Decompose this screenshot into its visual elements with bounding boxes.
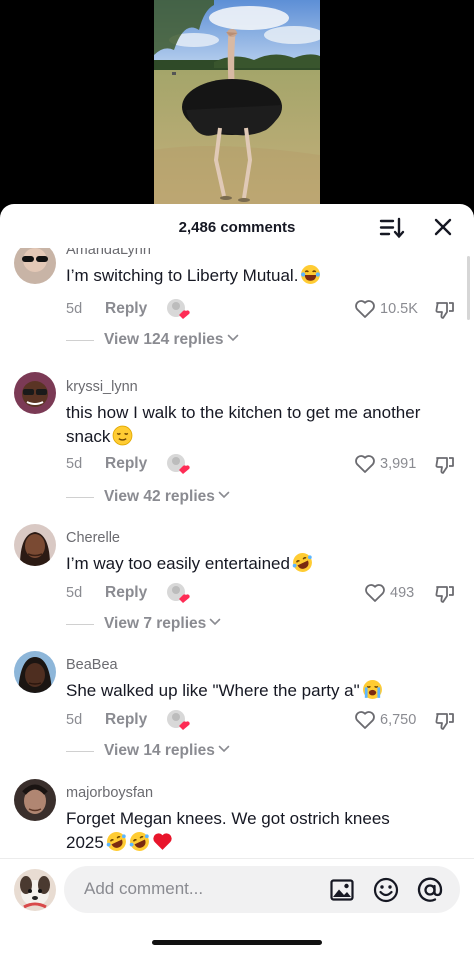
avatar[interactable] xyxy=(14,779,56,821)
video-frame[interactable] xyxy=(154,0,320,215)
close-icon[interactable] xyxy=(430,216,456,240)
comment-age: 5d xyxy=(66,301,83,317)
view-replies-label: View 14 replies xyxy=(104,742,230,760)
sort-icon[interactable] xyxy=(378,216,406,240)
red-heart-emoji xyxy=(153,833,172,850)
avatar[interactable] xyxy=(14,248,56,284)
creator-liked-icon xyxy=(167,710,190,730)
laughing-emoji xyxy=(301,265,321,284)
dislike-icon[interactable] xyxy=(434,710,456,732)
comment-text: this how I walk to the kitchen to get me… xyxy=(66,403,421,446)
view-replies-label: View 42 replies xyxy=(104,488,230,506)
replies-divider xyxy=(66,340,94,341)
like-count: 493 xyxy=(390,585,415,601)
view-replies-button[interactable]: View 14 replies xyxy=(66,742,286,762)
reply-button[interactable]: Reply xyxy=(105,711,147,729)
like-button[interactable]: 6,750 xyxy=(354,710,418,732)
comments-sheet: 2,486 comments AmandaLynn I’m switching … xyxy=(0,204,474,957)
comment-text: She walked up like "Where the party a" xyxy=(66,679,426,703)
heart-icon xyxy=(355,300,375,318)
comment-meta: 5d Reply 6,750 xyxy=(66,710,466,732)
view-replies-button[interactable]: View 7 replies xyxy=(66,615,286,635)
ostrich-video-still xyxy=(154,0,320,215)
reply-button[interactable]: Reply xyxy=(105,584,147,602)
rofl-emoji xyxy=(129,832,149,851)
chevron-down-icon xyxy=(209,618,221,626)
chevron-down-icon xyxy=(218,491,230,499)
heart-icon xyxy=(365,584,385,602)
chevron-down-icon xyxy=(218,745,230,753)
comment-text: I’m switching to Liberty Mutual. xyxy=(66,264,426,288)
image-icon[interactable] xyxy=(328,876,356,904)
crying-emoji xyxy=(362,680,382,699)
rofl-emoji xyxy=(106,832,126,851)
comment-text: I’m way too easily entertained xyxy=(66,552,426,576)
view-replies-label: View 7 replies xyxy=(104,615,221,633)
like-button[interactable]: 3,991 xyxy=(354,454,418,476)
relieved-emoji xyxy=(113,425,133,446)
replies-divider xyxy=(66,624,94,625)
mention-icon[interactable] xyxy=(416,876,444,904)
avatar[interactable] xyxy=(14,372,56,414)
comment-input-container[interactable] xyxy=(64,866,460,913)
like-count: 6,750 xyxy=(380,712,417,728)
avatar[interactable] xyxy=(14,524,56,566)
like-count: 3,991 xyxy=(380,456,417,472)
comment-meta: 5d Reply 3,991 xyxy=(66,454,466,476)
dislike-icon[interactable] xyxy=(434,454,456,476)
home-indicator[interactable] xyxy=(152,940,322,945)
comment-meta: 5d Reply 10.5K xyxy=(66,299,466,321)
heart-icon xyxy=(355,455,375,473)
like-button[interactable]: 493 xyxy=(364,583,428,605)
like-count: 10.5K xyxy=(380,301,418,317)
like-button[interactable]: 10.5K xyxy=(354,299,418,321)
comment-age: 5d xyxy=(66,585,83,601)
comment-meta: 5d Reply 493 xyxy=(66,583,466,605)
comment-text: Forget Megan knees. We got ostrich knees… xyxy=(66,807,426,855)
video-player[interactable] xyxy=(0,0,474,215)
comment-username[interactable]: Cherelle xyxy=(66,530,120,546)
avatar[interactable] xyxy=(14,651,56,693)
replies-divider xyxy=(66,751,94,752)
dislike-icon[interactable] xyxy=(434,299,456,321)
emoji-icon[interactable] xyxy=(372,876,400,904)
dislike-icon[interactable] xyxy=(434,583,456,605)
chevron-down-icon xyxy=(227,334,238,342)
creator-liked-icon xyxy=(167,454,190,474)
comment-username[interactable]: BeaBea xyxy=(66,657,118,673)
comment-composer xyxy=(0,859,474,929)
reply-button[interactable]: Reply xyxy=(105,300,147,318)
view-replies-button[interactable]: View 124 replies xyxy=(66,331,286,351)
comments-header: 2,486 comments xyxy=(0,204,474,250)
view-replies-label: View 124 replies xyxy=(104,331,239,349)
heart-icon xyxy=(355,711,375,729)
comment-username[interactable]: kryssi_lynn xyxy=(66,379,138,395)
comment-age: 5d xyxy=(66,456,83,472)
comment-input[interactable] xyxy=(84,876,314,902)
comment-username[interactable]: AmandaLynn xyxy=(66,248,151,258)
view-replies-button[interactable]: View 42 replies xyxy=(66,488,286,508)
creator-liked-icon xyxy=(167,299,190,319)
comment-username[interactable]: majorboysfan xyxy=(66,785,153,801)
creator-liked-icon xyxy=(167,583,190,603)
replies-divider xyxy=(66,497,94,498)
comment-age: 5d xyxy=(66,712,83,728)
my-avatar[interactable] xyxy=(14,869,56,911)
rofl-emoji xyxy=(292,553,312,572)
comment-list[interactable]: AmandaLynn I’m switching to Liberty Mutu… xyxy=(0,248,474,858)
reply-button[interactable]: Reply xyxy=(105,455,147,473)
